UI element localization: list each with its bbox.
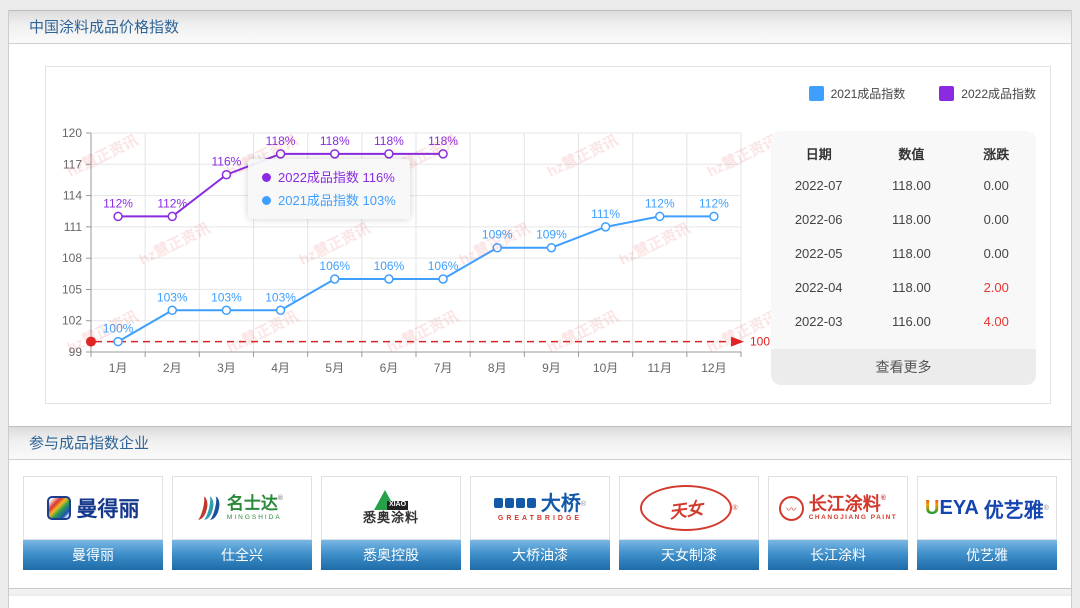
company-label[interactable]: 大桥油漆 bbox=[470, 540, 610, 570]
view-more-button[interactable]: 查看更多 bbox=[771, 349, 1036, 385]
company-label[interactable]: 优艺雅 bbox=[917, 540, 1057, 570]
tooltip-row-2022: 2022成品指数 116% bbox=[262, 166, 396, 189]
changjiang-wave-icon: 〰 bbox=[779, 496, 804, 521]
company-card-changjiang[interactable]: 〰 长江涂料® CHANGJIANG PAINT 长江涂料 bbox=[768, 476, 908, 570]
svg-text:112%: 112% bbox=[699, 196, 729, 210]
svg-text:114: 114 bbox=[63, 189, 82, 203]
company-card-xiao[interactable]: XIAO 悉奥涂料 悉奥控股 bbox=[321, 476, 461, 570]
svg-text:106%: 106% bbox=[374, 259, 405, 273]
tiannv-ellipse-icon: 天女 bbox=[640, 485, 732, 531]
svg-text:103%: 103% bbox=[157, 290, 188, 304]
table-row: 2022-03116.004.00 bbox=[771, 304, 1036, 338]
legend-item-2021[interactable]: 2021成品指数 bbox=[809, 85, 906, 102]
svg-text:112%: 112% bbox=[103, 196, 133, 210]
svg-text:6月: 6月 bbox=[380, 361, 399, 375]
section-title-price-index: 中国涂料成品价格指数 bbox=[9, 10, 1071, 44]
svg-text:9月: 9月 bbox=[542, 361, 561, 375]
svg-text:109%: 109% bbox=[482, 228, 513, 242]
series-dot-2022 bbox=[262, 173, 271, 182]
svg-text:8月: 8月 bbox=[488, 361, 507, 375]
company-card-greatbridge[interactable]: 大桥® GREATBRIDGE 大桥油漆 bbox=[470, 476, 610, 570]
svg-text:118%: 118% bbox=[428, 134, 458, 148]
svg-text:1月: 1月 bbox=[109, 361, 128, 375]
svg-text:3月: 3月 bbox=[217, 361, 236, 375]
svg-text:108: 108 bbox=[62, 251, 82, 265]
company-list: 曼得丽 曼得丽 名士达® MINGSHIDA 仕全兴 XIAO 悉奥涂料 bbox=[9, 460, 1071, 570]
svg-text:2月: 2月 bbox=[163, 361, 182, 375]
svg-text:116%: 116% bbox=[212, 155, 242, 169]
table-row: 2022-05118.000.00 bbox=[771, 236, 1036, 270]
company-card-shiquanxing[interactable]: 名士达® MINGSHIDA 仕全兴 bbox=[172, 476, 312, 570]
chart-tooltip: 2022成品指数 116% 2021成品指数 103% bbox=[248, 159, 410, 219]
tooltip-row-2021: 2021成品指数 103% bbox=[262, 189, 396, 212]
legend-label-2021: 2021成品指数 bbox=[831, 85, 906, 102]
legend-swatch-2021 bbox=[809, 86, 824, 101]
legend-item-2022[interactable]: 2022成品指数 bbox=[939, 85, 1036, 102]
svg-text:100: 100 bbox=[750, 335, 770, 349]
chart-legend: 2021成品指数 2022成品指数 bbox=[809, 85, 1036, 102]
svg-text:118%: 118% bbox=[266, 134, 296, 148]
svg-text:102: 102 bbox=[62, 314, 82, 328]
svg-text:105: 105 bbox=[62, 282, 82, 296]
company-label[interactable]: 天女制漆 bbox=[619, 540, 759, 570]
svg-text:5月: 5月 bbox=[325, 361, 344, 375]
bridge-piers-icon bbox=[494, 496, 538, 513]
table-row: 2022-07118.000.00 bbox=[771, 168, 1036, 202]
svg-text:7月: 7月 bbox=[434, 361, 453, 375]
svg-text:4月: 4月 bbox=[271, 361, 290, 375]
section-title-companies: 参与成品指数企业 bbox=[9, 426, 1071, 460]
xiao-logo: XIAO 悉奥涂料 bbox=[321, 476, 461, 540]
mingshida-logo: 名士达® MINGSHIDA bbox=[172, 476, 312, 540]
svg-text:112%: 112% bbox=[157, 196, 187, 210]
svg-text:12月: 12月 bbox=[701, 361, 726, 375]
svg-text:118%: 118% bbox=[374, 134, 404, 148]
svg-text:109%: 109% bbox=[536, 228, 567, 242]
company-label[interactable]: 悉奥控股 bbox=[321, 540, 461, 570]
company-label[interactable]: 仕全兴 bbox=[172, 540, 312, 570]
index-table-header: 日期 数值 涨跌 bbox=[771, 131, 1036, 168]
svg-text:120: 120 bbox=[62, 126, 82, 140]
svg-text:103%: 103% bbox=[265, 290, 296, 304]
ueya-logo: UEYA优艺雅® bbox=[917, 476, 1057, 540]
table-row: 2022-04118.002.00 bbox=[771, 270, 1036, 304]
index-table: 日期 数值 涨跌 2022-07118.000.00 2022-06118.00… bbox=[771, 131, 1036, 385]
svg-text:11月: 11月 bbox=[648, 361, 672, 375]
svg-text:117: 117 bbox=[63, 157, 82, 171]
greatbridge-logo: 大桥® GREATBRIDGE bbox=[470, 476, 610, 540]
company-card-ueya[interactable]: UEYA优艺雅® 优艺雅 bbox=[917, 476, 1057, 570]
price-index-chart-panel: 99 102 105 108 111 114 117 120 1月 2月 3月 4月 5月 6月 7月 8月 9… bbox=[45, 66, 1051, 404]
mingshida-swoosh-icon bbox=[201, 496, 219, 520]
section-divider bbox=[9, 588, 1071, 596]
svg-text:111: 111 bbox=[64, 220, 83, 234]
svg-text:106%: 106% bbox=[319, 259, 350, 273]
svg-text:111%: 111% bbox=[591, 207, 620, 221]
svg-text:106%: 106% bbox=[428, 259, 459, 273]
company-card-mandeli[interactable]: 曼得丽 曼得丽 bbox=[23, 476, 163, 570]
svg-text:100%: 100% bbox=[103, 322, 134, 336]
legend-label-2022: 2022成品指数 bbox=[961, 85, 1036, 102]
svg-text:99: 99 bbox=[69, 345, 83, 359]
page-container: 中国涂料成品价格指数 99 102 105 108 111 114 117 120 1月 2月 3月… bbox=[8, 10, 1072, 608]
svg-text:103%: 103% bbox=[211, 290, 242, 304]
company-label[interactable]: 长江涂料 bbox=[768, 540, 908, 570]
company-label[interactable]: 曼得丽 bbox=[23, 540, 163, 570]
changjiang-logo: 〰 长江涂料® CHANGJIANG PAINT bbox=[768, 476, 908, 540]
svg-text:10月: 10月 bbox=[593, 361, 618, 375]
svg-text:118%: 118% bbox=[320, 134, 350, 148]
series-dot-2021 bbox=[262, 196, 271, 205]
mandeli-logo-icon bbox=[47, 496, 71, 520]
tiannv-logo: 天女 ® bbox=[619, 476, 759, 540]
table-row: 2022-06118.000.00 bbox=[771, 202, 1036, 236]
company-card-tiannv[interactable]: 天女 ® 天女制漆 bbox=[619, 476, 759, 570]
mandeli-logo: 曼得丽 bbox=[23, 476, 163, 540]
legend-swatch-2022 bbox=[939, 86, 954, 101]
svg-text:112%: 112% bbox=[645, 196, 675, 210]
